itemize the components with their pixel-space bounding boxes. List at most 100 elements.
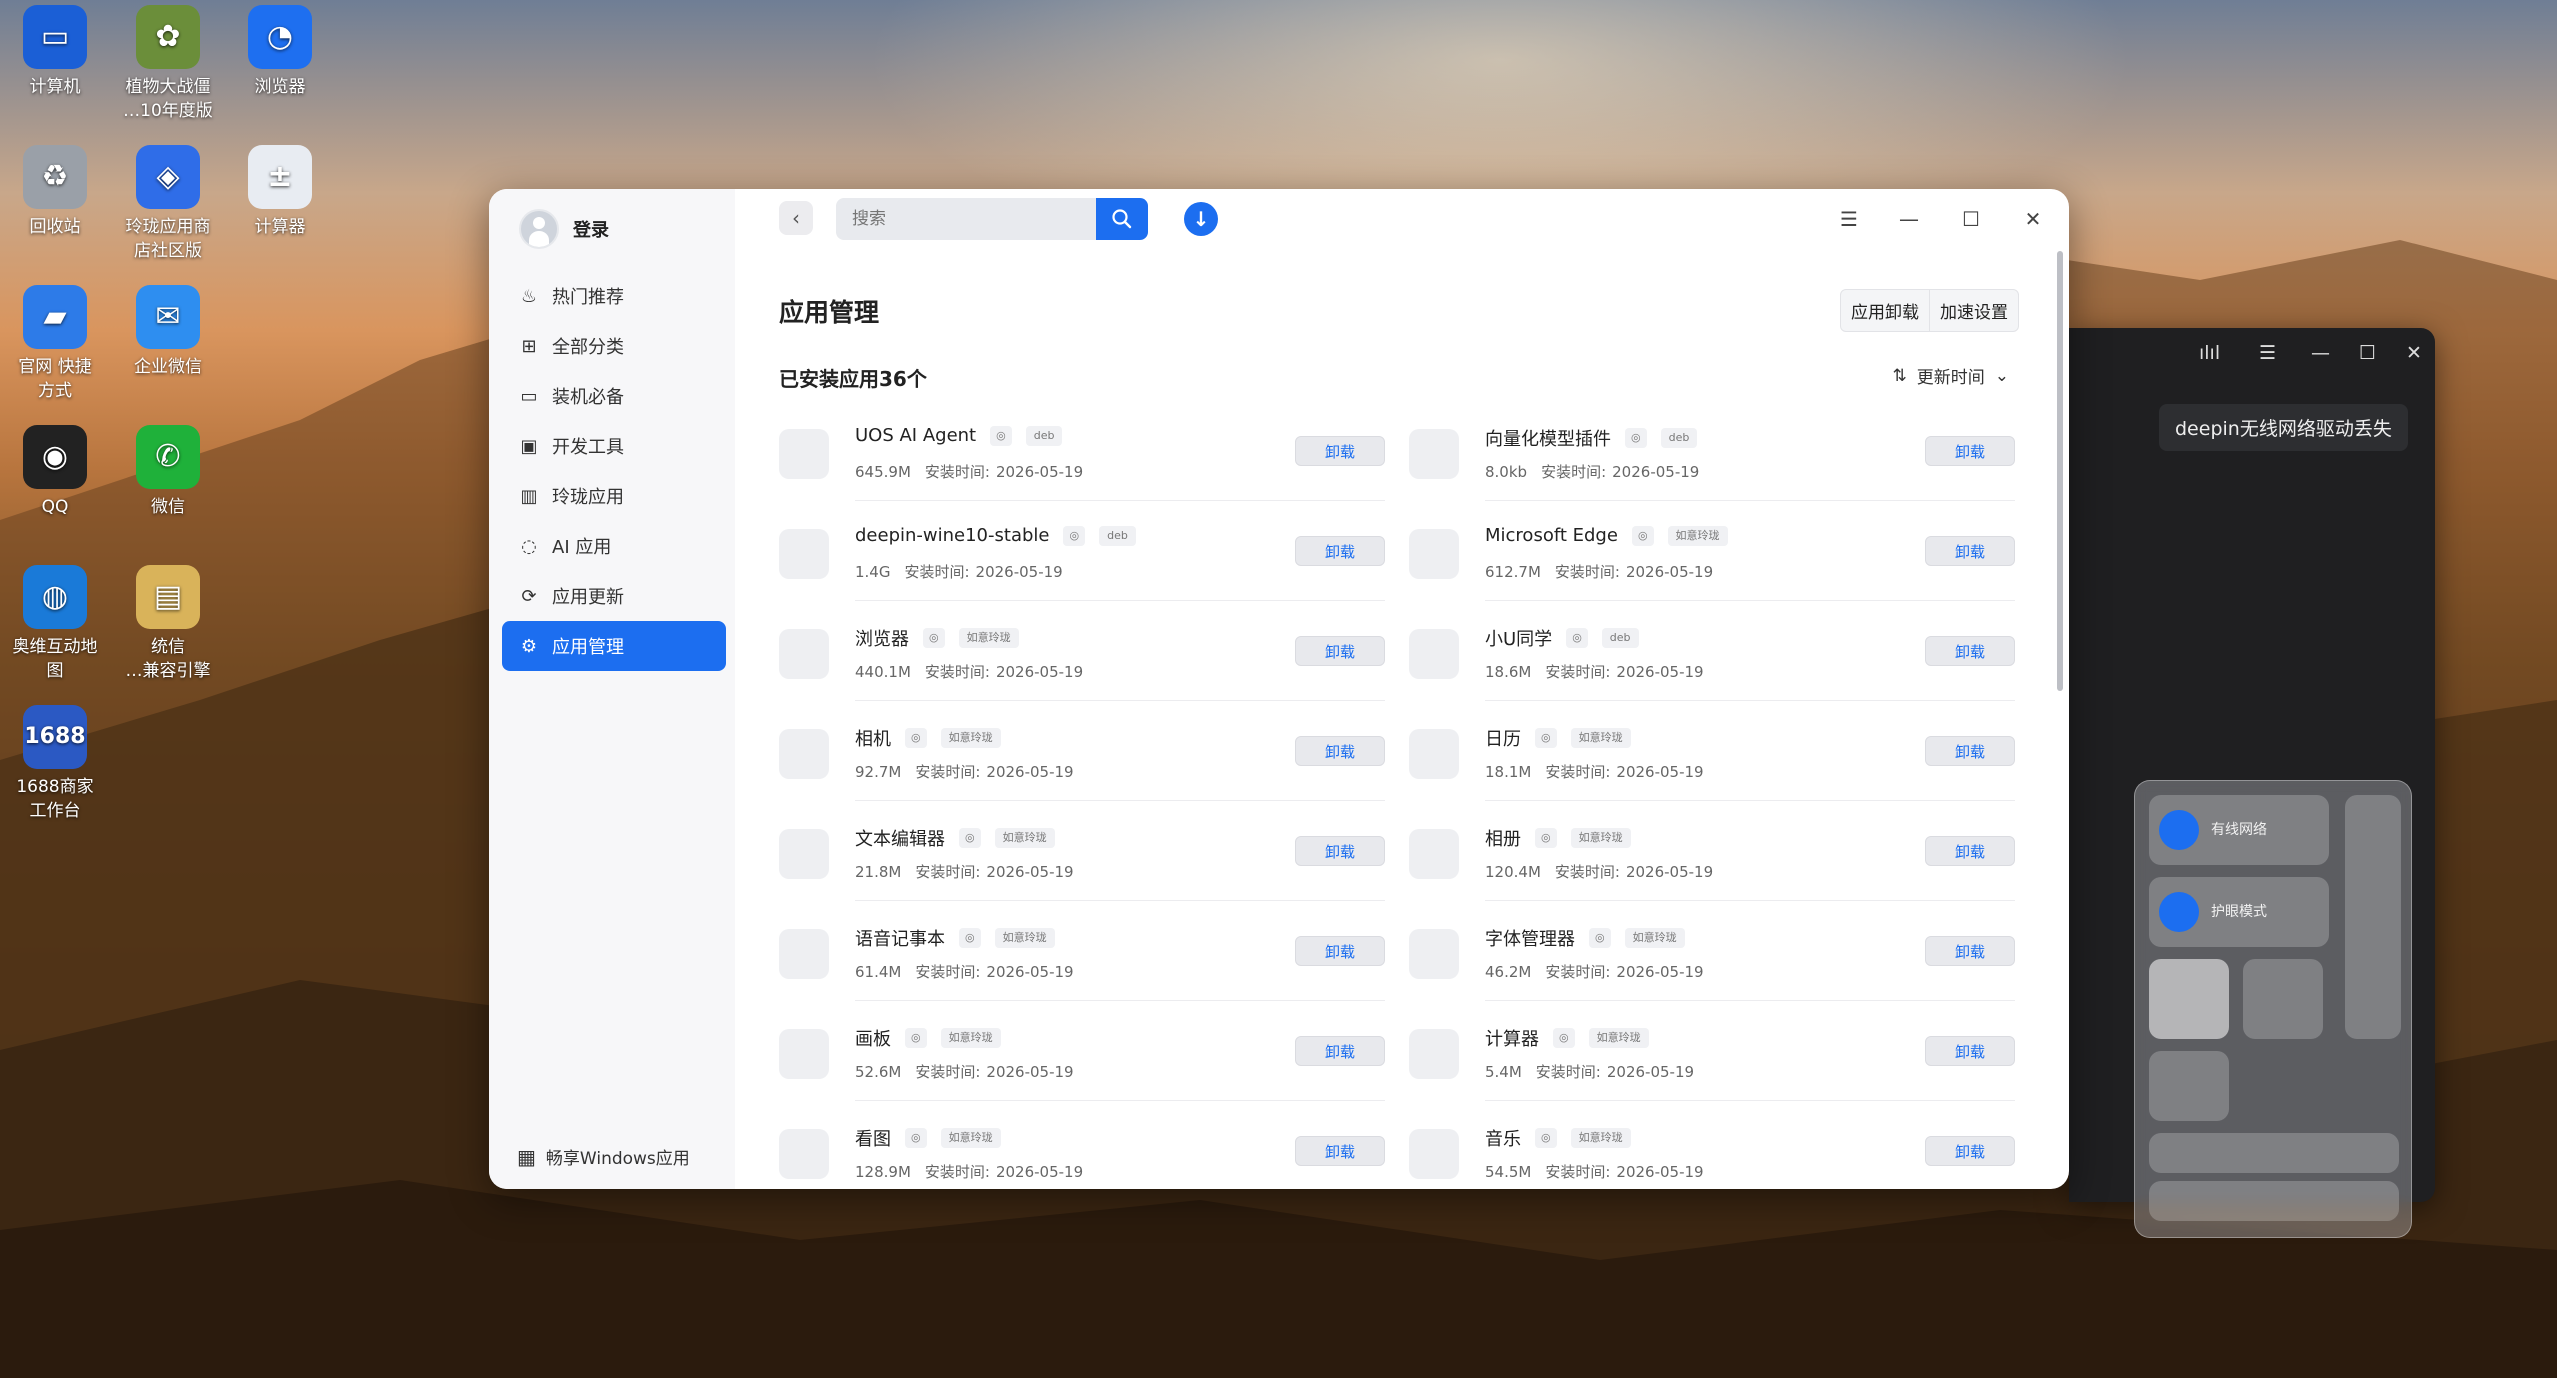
side-tiles[interactable] (2345, 795, 2401, 1039)
app-size: 5.4M (1485, 1063, 1522, 1081)
uninstall-button[interactable]: 卸载 (1295, 1136, 1385, 1166)
desktop-icon[interactable]: 1688 1688商家 工作台 (0, 705, 115, 823)
uninstall-button[interactable]: 卸载 (1925, 636, 2015, 666)
volume-slider[interactable] (2149, 1181, 2399, 1221)
app-name: 相机 (855, 729, 891, 750)
app-name-line: 画板 ◎ 如意玲珑 (855, 1025, 1001, 1051)
uninstall-button[interactable]: 卸载 (1295, 536, 1385, 566)
package-type-badge: 如意玲珑 (940, 728, 1001, 748)
sidebar-item[interactable]: ◌ AI 应用 (502, 521, 726, 571)
screenshot-tile[interactable] (2243, 959, 2323, 1039)
desktop-icon-label: 奥维互动地 图 (12, 637, 98, 681)
uninstall-button[interactable]: 卸载 (1295, 736, 1385, 766)
search-input[interactable] (836, 198, 1096, 240)
sidebar-item[interactable]: ▭ 装机必备 (502, 371, 726, 421)
uninstall-button[interactable]: 卸载 (1925, 936, 2015, 966)
source-icon: ◎ (1631, 525, 1654, 546)
app-icon (779, 429, 829, 479)
sidebar-item[interactable]: ⚙ 应用管理 (502, 621, 726, 671)
install-time-label: 安装时间: (1541, 463, 1607, 481)
maximize-button[interactable]: ☐ (1951, 201, 1991, 237)
maximize-icon[interactable]: ☐ (2359, 342, 2376, 364)
wired-network-tile[interactable]: 有线网络 (2149, 795, 2329, 865)
uninstall-button[interactable]: 卸载 (1295, 936, 1385, 966)
download-manager-button[interactable]: ↓ (1184, 202, 1218, 236)
login-button[interactable]: 登录 (519, 209, 609, 249)
uninstall-button[interactable]: 卸载 (1925, 736, 2015, 766)
install-date: 2026-05-19 (995, 663, 1084, 681)
search-button[interactable] (1096, 198, 1148, 240)
desktop-icon[interactable]: ✆ 微信 (108, 425, 228, 519)
source-icon: ◎ (1553, 1028, 1575, 1048)
sidebar-item-label: 开发工具 (552, 437, 624, 458)
app-name: Microsoft Edge (1485, 525, 1618, 546)
app-meta: 1.4G 安装时间: 2026-05-19 (855, 561, 1063, 582)
scrollbar[interactable] (2057, 251, 2063, 691)
desktop-icon[interactable]: ◈ 玲珑应用商 店社区版 (108, 145, 228, 263)
tab-speed-settings[interactable]: 加速设置 (1929, 290, 2018, 331)
tab-app-uninstall[interactable]: 应用卸载 (1841, 290, 1929, 331)
system-monitor-tile[interactable] (2149, 1051, 2229, 1121)
app-name-line: 音乐 ◎ 如意玲珑 (1485, 1125, 1631, 1151)
app-meta: 18.6M 安装时间: 2026-05-19 (1485, 661, 1704, 682)
sort-label: 更新时间 (1916, 368, 1985, 388)
desktop-icon[interactable]: ▰ 官网 快捷 方式 (0, 285, 115, 403)
uninstall-button[interactable]: 卸载 (1295, 436, 1385, 466)
app-icon (779, 929, 829, 979)
uninstall-button[interactable]: 卸载 (1925, 836, 2015, 866)
desktop-icon[interactable]: ◔ 浏览器 (220, 5, 340, 99)
desktop-icon[interactable]: ± 计算器 (220, 145, 340, 239)
audio-icon[interactable]: ılıl (2199, 342, 2220, 364)
app-name: 语音记事本 (855, 929, 945, 950)
app-icon: ♻ (23, 145, 87, 209)
uninstall-button[interactable]: 卸载 (1925, 1136, 2015, 1166)
eye-mode-label: 护眼模式 (2211, 904, 2267, 920)
close-button[interactable]: ✕ (2013, 201, 2053, 237)
uninstall-button[interactable]: 卸载 (1295, 636, 1385, 666)
app-name-line: 字体管理器 ◎ 如意玲珑 (1485, 925, 1685, 951)
desktop-icon[interactable]: ▭ 计算机 (0, 5, 115, 99)
desktop-icon[interactable]: ✉ 企业微信 (108, 285, 228, 379)
package-type-badge: 如意玲珑 (994, 928, 1055, 948)
sidebar-item[interactable]: ▣ 开发工具 (502, 421, 726, 471)
uninstall-button[interactable]: 卸载 (1295, 1036, 1385, 1066)
sidebar-item[interactable]: ▥ 玲珑应用 (502, 471, 726, 521)
uninstall-button[interactable]: 卸载 (1295, 836, 1385, 866)
back-button[interactable]: ‹ (779, 201, 813, 235)
desktop-icon-label: 玲珑应用商 店社区版 (125, 217, 211, 261)
brightness-slider[interactable] (2149, 1133, 2399, 1173)
sidebar-item[interactable]: ♨ 热门推荐 (502, 271, 726, 321)
menu-icon[interactable]: ☰ (2259, 342, 2276, 364)
menu-button[interactable]: ☰ (1829, 201, 1869, 237)
app-icon: ◍ (23, 565, 87, 629)
desktop-icon[interactable]: ♻ 回收站 (0, 145, 115, 239)
uninstall-button[interactable]: 卸载 (1925, 436, 2015, 466)
desktop-icon[interactable]: ◉ QQ (0, 425, 115, 519)
minimize-button[interactable]: — (1889, 201, 1929, 237)
desktop-icon[interactable]: ✿ 植物大战僵 …10年度版 (108, 5, 228, 123)
app-name-line: 小U同学 ◎ deb (1485, 625, 1639, 651)
notice-chip[interactable]: deepin无线网络驱动丢失 (2159, 404, 2408, 451)
monitor-icon: ▭ (520, 385, 538, 407)
sidebar-item-label: 热门推荐 (552, 287, 624, 308)
sidebar-item[interactable]: ⊞ 全部分类 (502, 321, 726, 371)
sort-dropdown[interactable]: ⇅ 更新时间 ⌄ (1893, 363, 2010, 389)
sidebar-item[interactable]: ⟳ 应用更新 (502, 571, 726, 621)
eye-mode-tile[interactable]: 护眼模式 (2149, 877, 2329, 947)
windows-apps-link[interactable]: ▦ 畅享Windows应用 (517, 1144, 690, 1170)
login-label: 登录 (573, 220, 609, 241)
minimize-icon[interactable]: — (2311, 342, 2330, 364)
theme-tile[interactable] (2149, 959, 2229, 1039)
close-icon[interactable]: ✕ (2406, 342, 2422, 364)
app-icon (1409, 1129, 1459, 1179)
windows-apps-label: 畅享Windows应用 (545, 1149, 690, 1169)
package-type-badge: 如意玲珑 (1570, 1128, 1631, 1148)
app-name-line: 浏览器 ◎ 如意玲珑 (855, 625, 1019, 651)
app-size: 120.4M (1485, 863, 1541, 881)
desktop-icon[interactable]: ◍ 奥维互动地 图 (0, 565, 115, 683)
app-size: 645.9M (855, 463, 911, 481)
uninstall-button[interactable]: 卸载 (1925, 1036, 2015, 1066)
desktop-icon[interactable]: ▤ 统信 …兼容引擎 (108, 565, 228, 683)
install-date: 2026-05-19 (1612, 463, 1700, 481)
uninstall-button[interactable]: 卸载 (1925, 536, 2015, 566)
